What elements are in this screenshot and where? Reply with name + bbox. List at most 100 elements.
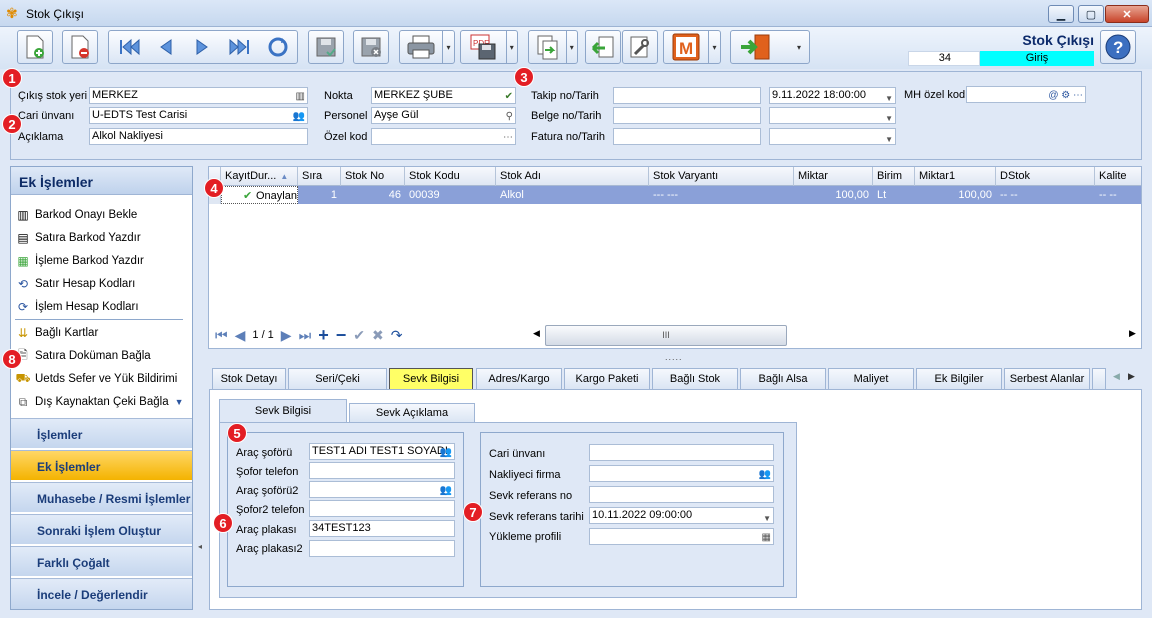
tab-ek-bilgiler[interactable]: Ek Bilgiler — [916, 368, 1002, 390]
remove-row-icon[interactable]: − — [336, 325, 347, 346]
nav-islemler[interactable]: İşlemler — [11, 418, 192, 448]
nav-muhasebe[interactable]: Muhasebe / Resmi İşlemler — [11, 482, 192, 512]
module-button[interactable]: M ▾ — [663, 30, 721, 64]
ozel-kod-field[interactable]: ⋯ — [371, 128, 516, 145]
delete-button[interactable] — [62, 30, 98, 64]
collapse-arrow-icon[interactable]: ◂ — [198, 542, 202, 551]
mh-ozel-kod-field[interactable]: @ ⚙ ⋯ — [966, 86, 1086, 103]
col-miktar[interactable]: Miktar — [794, 167, 873, 186]
print-dropdown-arrow[interactable]: ▾ — [442, 31, 454, 63]
sevk-ref-tarih-field[interactable]: 10.11.2022 09:00:00 ▼ — [589, 507, 774, 524]
lp-item-bagli-kartlar[interactable]: ⇊ Bağlı Kartlar — [15, 322, 190, 344]
module-dropdown-arrow[interactable]: ▾ — [708, 31, 720, 63]
arac-soforu-field[interactable]: TEST1 ADI TEST1 SOYADI 👥 — [309, 443, 455, 460]
tab-bagli-alsa[interactable]: Bağlı Alsa — [740, 368, 826, 390]
sevk-ref-no-field[interactable] — [589, 486, 774, 503]
tab-serbest-alanlar[interactable]: Serbest Alanlar — [1004, 368, 1090, 390]
refresh-icon[interactable]: ↷ — [391, 327, 403, 344]
col-sira[interactable]: Sıra — [298, 167, 341, 186]
transfer-dropdown-arrow[interactable]: ▾ — [565, 31, 577, 63]
takip-date-field[interactable]: 9.11.2022 18:00:00 ▼ — [769, 87, 896, 104]
lp-item-isleme-barkod[interactable]: ▦ İşleme Barkod Yazdır — [15, 250, 190, 272]
print-button[interactable]: ▾ — [399, 30, 455, 64]
horizontal-splitter-grip[interactable]: ..... — [665, 352, 683, 362]
export-dropdown-arrow[interactable]: ▾ — [505, 31, 517, 63]
barcode-icon[interactable]: ▥ — [296, 89, 305, 103]
fatura-date-field[interactable]: ▼ — [769, 128, 896, 145]
tab-adres-kargo[interactable]: Adres/Kargo — [476, 368, 562, 390]
col-miktar1[interactable]: Miktar1 — [915, 167, 996, 186]
nav-incele[interactable]: İncele / Değerlendir — [11, 578, 192, 609]
email-lookup-icon[interactable]: @ ⚙ ⋯ — [1048, 88, 1083, 102]
row-kalite[interactable]: -- -- — [1095, 186, 1141, 204]
tab-sevk-bilgisi[interactable]: Sevk Bilgisi — [389, 368, 473, 390]
ellipsis-icon[interactable]: ⋯ — [503, 130, 513, 144]
next-page-icon[interactable]: ▶ — [281, 327, 292, 344]
help-button[interactable]: ? — [1100, 30, 1136, 64]
tab-kargo-paketi[interactable]: Kargo Paketi — [564, 368, 650, 390]
arac-soforu2-field[interactable]: 👥 — [309, 481, 455, 498]
nakliyeci-field[interactable]: 👥 — [589, 465, 774, 482]
calculator-icon[interactable]: ▦ — [762, 530, 771, 544]
tab-maliyet[interactable]: Maliyet — [828, 368, 914, 390]
row-miktar1[interactable]: 100,00 — [915, 186, 996, 204]
tab-stok-detayi[interactable]: Stok Detayı — [212, 368, 286, 390]
col-birim[interactable]: Birim — [873, 167, 915, 186]
yukleme-profili-field[interactable]: ▦ — [589, 528, 774, 545]
sofor2-telefon-field[interactable] — [309, 500, 455, 517]
row-stok-no[interactable]: 46 — [341, 186, 405, 204]
chevron-down-icon[interactable]: ▼ — [885, 91, 893, 103]
tab-bagli-stok[interactable]: Bağlı Stok — [652, 368, 738, 390]
lp-item-dokuman-bagla[interactable]: 🗎 Satıra Doküman Bağla — [15, 345, 190, 367]
previous-record-icon[interactable] — [156, 37, 176, 57]
scroll-right-icon[interactable]: ▶ — [1129, 328, 1136, 339]
chevron-down-icon[interactable]: ▼ — [175, 397, 184, 407]
nav-sonraki-islem[interactable]: Sonraki İşlem Oluştur — [11, 514, 192, 544]
lp-item-uetds[interactable]: ⛟ Uetds Sefer ve Yük Bildirimi — [15, 368, 190, 390]
person-lookup-icon[interactable]: ⚲ — [506, 109, 513, 123]
cancel-icon[interactable]: ✖ — [372, 327, 384, 344]
add-row-icon[interactable]: + — [318, 325, 329, 346]
chevron-down-icon[interactable]: ▼ — [885, 132, 893, 144]
col-kalite[interactable]: Kalite — [1095, 167, 1141, 186]
last-record-icon[interactable] — [228, 37, 252, 57]
lp-item-dis-kaynak[interactable]: ⧉ Dış Kaynaktan Çeki Bağla ▼ — [15, 391, 190, 413]
lp-item-satir-hesap[interactable]: ⟲ Satır Hesap Kodları — [15, 273, 190, 295]
scroll-left-icon[interactable]: ◀ — [533, 328, 540, 339]
tab-scroll-left-icon[interactable]: ◀ — [1113, 371, 1120, 382]
scroll-thumb[interactable]: III — [545, 325, 787, 346]
people-lookup-icon[interactable]: 👥 — [759, 467, 771, 481]
row-status-cell[interactable]: ✔Onaylandı — [221, 186, 298, 204]
nokta-field[interactable]: MERKEZ ŞUBE ✔ — [371, 87, 516, 104]
chevron-down-icon[interactable]: ▼ — [763, 511, 771, 523]
row-varyant[interactable]: --- --- — [649, 186, 794, 204]
check-double-icon[interactable]: ✔ — [505, 89, 513, 103]
vertical-splitter[interactable]: ◂ — [197, 166, 205, 610]
row-dstok[interactable]: -- -- — [996, 186, 1095, 204]
cancel-save-button[interactable] — [353, 30, 389, 64]
personel-field[interactable]: Ayşe Gül ⚲ — [371, 107, 516, 124]
aciklama-field[interactable]: Alkol Nakliyesi — [89, 128, 308, 145]
prev-page-icon[interactable]: ◀ — [235, 327, 246, 344]
maximize-button[interactable]: ▢ — [1078, 5, 1104, 23]
last-page-icon[interactable]: ⏭ — [299, 327, 312, 344]
nav-farkli-cogalt[interactable]: Farklı Çoğalt — [11, 546, 192, 576]
chevron-down-icon[interactable]: ▼ — [885, 111, 893, 123]
belge-date-field[interactable]: ▼ — [769, 107, 896, 124]
belge-no-field[interactable] — [613, 107, 761, 124]
row-miktar[interactable]: 100,00 — [794, 186, 873, 204]
close-button[interactable]: ✕ — [1105, 5, 1149, 23]
tab-scroll-right-icon[interactable]: ▶ — [1128, 371, 1135, 382]
arac-plakasi2-field[interactable] — [309, 540, 455, 557]
arac-plakasi-field[interactable]: 34TEST123 — [309, 520, 455, 537]
transfer-button[interactable]: ▾ — [528, 30, 578, 64]
settings-tools-button[interactable] — [622, 30, 658, 64]
minimize-button[interactable]: ▁ — [1048, 5, 1074, 23]
lp-item-barkod-onayi[interactable]: ▥ Barkod Onayı Bekle — [15, 204, 190, 226]
tab-seri-ceki[interactable]: Seri/Çeki — [288, 368, 387, 390]
row-stok-kodu[interactable]: 00039 — [405, 186, 496, 204]
refresh-icon[interactable] — [267, 36, 289, 58]
new-button[interactable] — [17, 30, 53, 64]
col-stok-adi[interactable]: Stok Adı — [496, 167, 649, 186]
people-lookup-icon[interactable]: 👥 — [440, 445, 452, 459]
